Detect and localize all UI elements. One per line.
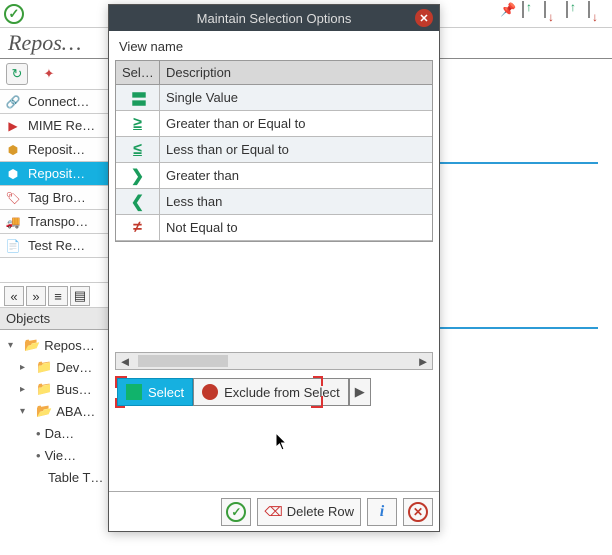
compass-icon[interactable]: ✦ <box>38 63 60 85</box>
col-sel[interactable]: Sel… <box>116 61 160 84</box>
mime-icon: ▶ <box>4 118 22 134</box>
scroll-left-icon[interactable]: ◄ <box>116 354 134 369</box>
scrollbar-thumb[interactable] <box>138 355 228 367</box>
tree-label: Repos… <box>44 338 95 353</box>
option-single-value[interactable]: 〓 Single Value <box>116 85 432 111</box>
expand-all-icon[interactable]: » <box>26 286 46 306</box>
list-icon[interactable]: ≡ <box>48 286 68 306</box>
tree-label: Table T… <box>48 470 103 485</box>
folder-icon: 📂 <box>24 337 40 353</box>
not-equal-icon: ≠ <box>116 215 160 240</box>
selection-options-dialog: Maintain Selection Options ✕ View name S… <box>108 4 440 532</box>
doc-down-icon-2[interactable]: ↓ <box>588 2 606 22</box>
toolbar-spacer <box>30 4 54 24</box>
delete-row-icon: ⌫ <box>264 504 282 520</box>
doc-up-icon-2[interactable]: ↑ <box>566 2 584 22</box>
nav-label: Connect… <box>28 94 89 109</box>
tree-label: Vie… <box>45 448 77 463</box>
sign-tabs: Select Exclude from Select ▶ <box>115 376 433 408</box>
repo-icon: ⬢ <box>4 166 22 182</box>
exclude-icon <box>202 384 218 400</box>
page-title: Repos… <box>8 30 81 56</box>
lt-icon: ❮ <box>116 189 160 214</box>
tree-label: Dev… <box>56 360 92 375</box>
tag-icon: 🏷 <box>4 190 22 206</box>
delete-row-label: Delete Row <box>287 504 354 519</box>
option-lt[interactable]: ❮ Less than <box>116 189 432 215</box>
nav-label: Reposit… <box>28 142 85 157</box>
folder-icon: 📁 <box>36 381 52 397</box>
tab-select[interactable]: Select <box>117 378 193 406</box>
lte-icon: ≤ <box>116 137 160 162</box>
folder-icon: 📂 <box>36 403 52 419</box>
gt-icon: ❯ <box>116 163 160 188</box>
dialog-title-text: Maintain Selection Options <box>197 11 352 26</box>
col-desc[interactable]: Description <box>160 61 432 84</box>
toolbar-right-icons: 📌 ↑ ↓ ↑ ↓ <box>500 2 606 22</box>
tab-label: Select <box>148 385 184 400</box>
layout-icon[interactable]: ▤ <box>70 286 90 306</box>
info-icon: i <box>380 503 384 521</box>
cancel-button[interactable]: ✕ <box>403 498 433 526</box>
dialog-field-label: View name <box>115 37 433 60</box>
test-icon: 📄 <box>4 238 22 254</box>
scroll-right-icon[interactable]: ► <box>414 354 432 369</box>
options-grid: Sel… Description 〓 Single Value ≥ Greate… <box>115 60 433 242</box>
doc-down-icon[interactable]: ↓ <box>544 2 562 22</box>
expand-icon[interactable]: ▸ <box>20 362 32 373</box>
refresh-icon[interactable]: ↻ <box>6 63 28 85</box>
gte-icon: ≥ <box>116 111 160 136</box>
link-icon: 🔗 <box>4 94 22 110</box>
close-icon[interactable]: ✕ <box>415 9 433 27</box>
nav-label: MIME Re… <box>28 118 95 133</box>
ok-icon[interactable]: ✓ <box>4 4 24 24</box>
collapse-icon[interactable]: ▾ <box>20 406 32 417</box>
include-icon <box>126 384 142 400</box>
expand-icon[interactable]: ▸ <box>20 384 32 395</box>
option-label: Less than <box>160 194 432 209</box>
tree-label: Da… <box>45 426 75 441</box>
dialog-footer: ✓ ⌫ Delete Row i ✕ <box>109 491 439 531</box>
grid-header: Sel… Description <box>116 61 432 85</box>
tab-exclude[interactable]: Exclude from Select <box>193 378 349 406</box>
option-label: Greater than or Equal to <box>160 116 432 131</box>
horizontal-scrollbar[interactable]: ◄ ► <box>115 352 433 370</box>
tree-header-label: Objects <box>6 311 50 326</box>
accept-button[interactable]: ✓ <box>221 498 251 526</box>
tab-label: Exclude from Select <box>224 385 340 400</box>
info-button[interactable]: i <box>367 498 397 526</box>
collapse-all-icon[interactable]: « <box>4 286 24 306</box>
nav-label: Tag Bro… <box>28 190 86 205</box>
cancel-icon: ✕ <box>408 502 428 522</box>
folder-icon: 📁 <box>36 359 52 375</box>
tabs-more-icon[interactable]: ▶ <box>349 378 371 406</box>
dialog-titlebar[interactable]: Maintain Selection Options ✕ <box>109 5 439 31</box>
option-gte[interactable]: ≥ Greater than or Equal to <box>116 111 432 137</box>
option-gt[interactable]: ❯ Greater than <box>116 163 432 189</box>
nav-label: Transpo… <box>28 214 88 229</box>
nav-label: Test Re… <box>28 238 85 253</box>
doc-up-icon[interactable]: ↑ <box>522 2 540 22</box>
expand-icon[interactable]: ▾ <box>8 340 20 351</box>
option-ne[interactable]: ≠ Not Equal to <box>116 215 432 241</box>
option-label: Single Value <box>160 90 432 105</box>
option-label: Less than or Equal to <box>160 142 432 157</box>
tree-label: ABA… <box>56 404 95 419</box>
check-icon: ✓ <box>226 502 246 522</box>
option-label: Not Equal to <box>160 220 432 235</box>
delete-row-button[interactable]: ⌫ Delete Row <box>257 498 361 526</box>
pin-icon[interactable]: 📌 <box>500 2 518 22</box>
nav-label: Reposit… <box>28 166 85 181</box>
repo-icon: ⬢ <box>4 142 22 158</box>
dialog-body: View name Sel… Description 〓 Single Valu… <box>109 31 439 491</box>
truck-icon: 🚚 <box>4 214 22 230</box>
option-label: Greater than <box>160 168 432 183</box>
tree-label: Bus… <box>56 382 91 397</box>
option-lte[interactable]: ≤ Less than or Equal to <box>116 137 432 163</box>
equals-icon: 〓 <box>116 85 160 110</box>
